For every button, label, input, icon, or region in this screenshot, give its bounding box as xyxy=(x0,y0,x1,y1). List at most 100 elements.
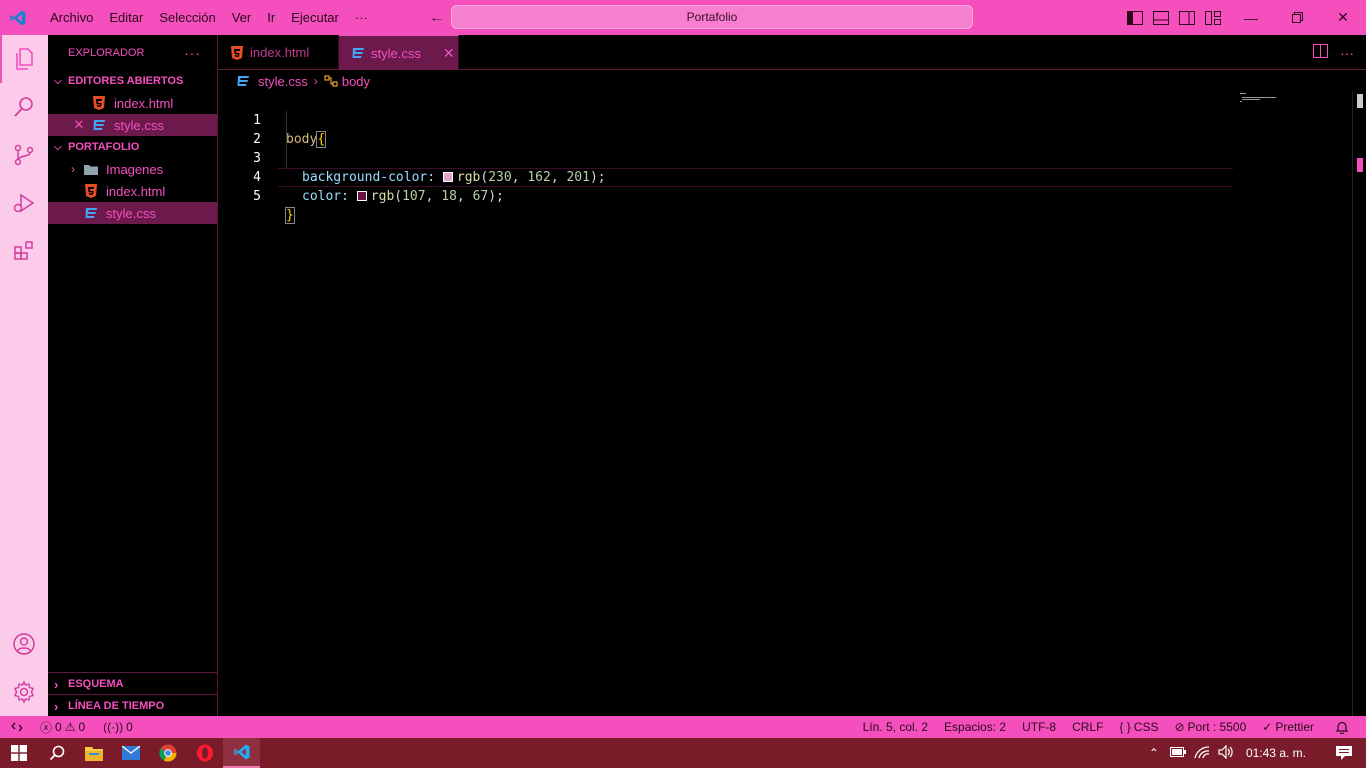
language-label: CSS xyxy=(1133,720,1159,734)
css-number: 18 xyxy=(441,189,457,204)
close-window-icon[interactable]: ✕ xyxy=(1320,0,1366,35)
opera-icon[interactable] xyxy=(186,738,223,768)
breadcrumb-file[interactable]: style.css xyxy=(258,74,308,89)
timeline-section[interactable]: › LÍNEA DE TIEMPO xyxy=(48,694,217,717)
vscode-taskbar-icon[interactable] xyxy=(223,738,260,768)
toggle-primary-sidebar-icon[interactable] xyxy=(1126,9,1144,27)
tree-item-file-active[interactable]: style.css xyxy=(48,202,217,224)
menu-archivo[interactable]: Archivo xyxy=(42,0,101,35)
remote-icon[interactable] xyxy=(0,716,34,738)
html5-icon xyxy=(84,184,98,198)
command-center[interactable]: Portafolio xyxy=(451,5,973,29)
css-property: color: xyxy=(302,189,349,204)
open-editor-item-active[interactable]: ✕ style.css xyxy=(48,114,217,136)
warning-icon: ⚠ xyxy=(64,720,76,734)
color-swatch[interactable] xyxy=(356,191,367,201)
more-actions-icon[interactable]: ··· xyxy=(1340,45,1354,61)
status-bar: ⓧ 0 ⚠ 0 ((·)) 0 Lín. 5, col. 2 Espacios:… xyxy=(0,716,1366,738)
split-editor-icon[interactable] xyxy=(1313,44,1328,61)
indentation[interactable]: Espacios: 2 xyxy=(938,720,1012,734)
ports-indicator[interactable]: ((·)) 0 xyxy=(97,720,139,734)
toggle-panel-icon[interactable] xyxy=(1152,9,1170,27)
close-icon[interactable]: ✕ xyxy=(72,117,86,133)
code-line: 3 background-color: rgb(230, 162, 201); xyxy=(218,130,1218,185)
system-tray: ⌃ 01:43 a. m. xyxy=(1142,738,1366,768)
settings-gear-icon[interactable] xyxy=(0,668,48,716)
tree-item-folder[interactable]: › Imagenes xyxy=(48,158,217,180)
encoding[interactable]: UTF-8 xyxy=(1016,720,1062,734)
mail-icon[interactable] xyxy=(112,738,149,768)
menu-editar[interactable]: Editar xyxy=(101,0,151,35)
prettier-label: Prettier xyxy=(1275,720,1314,734)
language-mode[interactable]: { } CSS xyxy=(1113,720,1164,734)
windows-taskbar: ⌃ 01:43 a. m. xyxy=(0,738,1366,768)
live-server-port[interactable]: ⊘ Port : 5500 xyxy=(1168,720,1252,734)
tab-index-html[interactable]: index.html xyxy=(218,35,339,70)
outline-title: ESQUEMA xyxy=(68,678,124,690)
chevron-up-icon[interactable]: ⌃ xyxy=(1142,746,1166,760)
code-line: 2 xyxy=(218,111,1218,147)
menu-ir[interactable]: Ir xyxy=(259,0,283,35)
vscode-logo-icon xyxy=(0,0,36,35)
end-of-line[interactable]: CRLF xyxy=(1066,720,1109,734)
notifications-bell-icon[interactable] xyxy=(1330,721,1354,734)
code-editor[interactable]: 1 body{ 2 3 background-color: rgb(230, 1… xyxy=(218,92,1366,716)
chevron-right-icon: › xyxy=(71,162,75,176)
breadcrumb: style.css › body xyxy=(218,70,370,92)
css3-icon xyxy=(351,46,365,60)
vertical-scrollbar[interactable] xyxy=(1352,92,1366,716)
tree-item-label: Imagenes xyxy=(106,161,164,177)
css3-icon xyxy=(84,206,98,220)
symbol-class-icon xyxy=(324,74,338,88)
problems-indicator[interactable]: ⓧ 0 ⚠ 0 xyxy=(34,719,91,736)
chrome-icon[interactable] xyxy=(149,738,186,768)
menu-seleccion[interactable]: Selección xyxy=(151,0,223,35)
clock[interactable]: 01:43 a. m. xyxy=(1238,746,1322,760)
portafolio-folder-header[interactable]: ⌵ PORTAFOLIO xyxy=(48,136,217,158)
line-number: 5 xyxy=(253,189,261,204)
breadcrumb-symbol[interactable]: body xyxy=(342,74,370,89)
tab-style-css[interactable]: style.css ✕ xyxy=(339,35,459,70)
no-entry-icon: ⊘ xyxy=(1174,720,1185,734)
toggle-secondary-sidebar-icon[interactable] xyxy=(1178,9,1196,27)
tree-item-file[interactable]: index.html xyxy=(48,180,217,202)
css-number: 67 xyxy=(472,189,489,204)
chevron-right-icon: › xyxy=(54,676,59,692)
css-number: 107 xyxy=(402,189,426,204)
prettier-status[interactable]: ✓ Prettier xyxy=(1256,720,1320,734)
cursor-position[interactable]: Lín. 5, col. 2 xyxy=(857,720,934,734)
scroll-thumb[interactable] xyxy=(1357,94,1363,108)
open-editors-header[interactable]: ⌵ EDITORES ABIERTOS xyxy=(48,70,217,92)
wifi-icon[interactable] xyxy=(1190,745,1214,761)
menu-ver[interactable]: Ver xyxy=(224,0,260,35)
html5-icon xyxy=(92,96,106,110)
tree-item-label: index.html xyxy=(106,183,166,199)
restore-icon[interactable] xyxy=(1274,0,1320,35)
minimize-icon[interactable]: — xyxy=(1228,0,1274,35)
code-line: 5 } xyxy=(218,168,1218,224)
outline-section[interactable]: › ESQUEMA xyxy=(48,672,217,695)
explorer-icon[interactable] xyxy=(0,35,48,83)
minimap[interactable] xyxy=(1238,92,1298,104)
file-explorer-icon[interactable] xyxy=(75,738,112,768)
extensions-icon[interactable] xyxy=(0,227,48,275)
more-actions-icon[interactable]: ··· xyxy=(184,45,201,61)
taskbar-search-icon[interactable] xyxy=(38,738,75,768)
activity-bar xyxy=(0,35,48,716)
menu-ejecutar[interactable]: Ejecutar xyxy=(283,0,347,35)
windows-start-icon[interactable] xyxy=(0,738,38,768)
menu-more[interactable]: ··· xyxy=(347,0,376,35)
open-editor-item[interactable]: index.html xyxy=(48,92,217,114)
customize-layout-icon[interactable] xyxy=(1204,9,1222,27)
search-icon[interactable] xyxy=(0,83,48,131)
css3-icon xyxy=(236,74,250,88)
notification-center-icon[interactable] xyxy=(1322,746,1366,760)
chevron-right-icon: › xyxy=(54,698,59,714)
source-control-icon[interactable] xyxy=(0,131,48,179)
run-debug-icon[interactable] xyxy=(0,179,48,227)
close-tab-icon[interactable]: ✕ xyxy=(443,45,455,62)
volume-icon[interactable] xyxy=(1214,744,1238,762)
battery-icon[interactable] xyxy=(1166,746,1190,760)
back-arrow-icon[interactable]: ← xyxy=(426,9,448,27)
accounts-icon[interactable] xyxy=(0,620,48,668)
